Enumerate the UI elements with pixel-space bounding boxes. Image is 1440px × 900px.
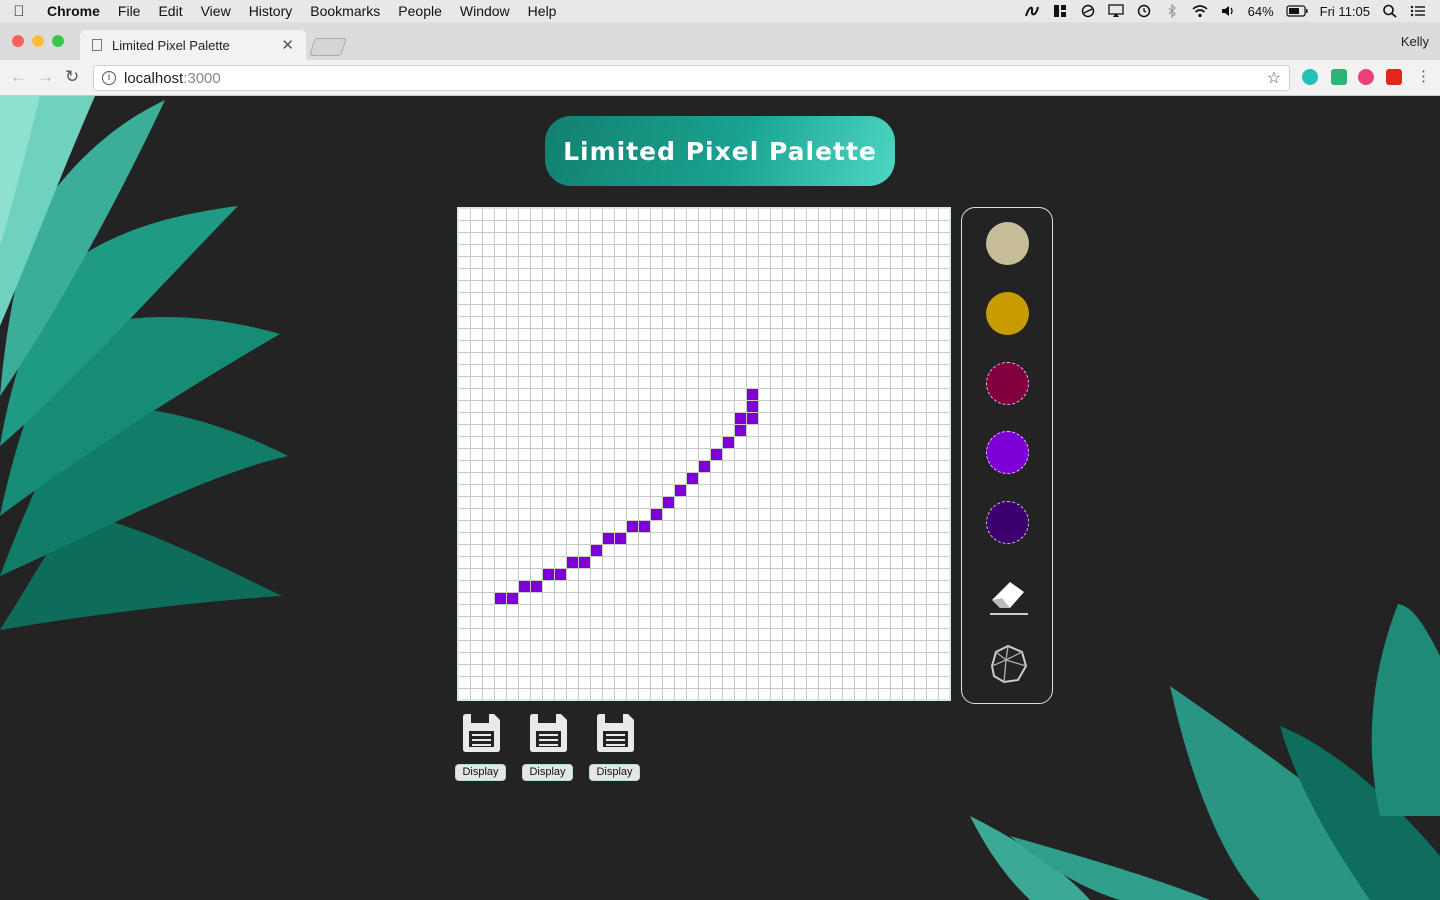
save-slots: Display Display Display <box>455 712 640 781</box>
display-button[interactable]: Display <box>589 764 640 781</box>
painted-pixel[interactable] <box>735 413 746 424</box>
menu-window[interactable]: Window <box>451 3 519 19</box>
reload-icon[interactable]: ↻ <box>65 67 79 87</box>
browser-toolbar: ← → ↻ i localhost:3000 ☆ ⋮ <box>0 60 1440 96</box>
browser-tabstrip: Limited Pixel Palette ✕ Kelly <box>0 22 1440 60</box>
save-slot: Display <box>455 712 506 781</box>
painted-pixel[interactable] <box>663 497 674 508</box>
painted-pixel[interactable] <box>543 569 554 580</box>
profile-name[interactable]: Kelly <box>1401 34 1429 49</box>
color-swatch-purple[interactable] <box>986 431 1029 474</box>
back-icon[interactable]: ← <box>10 67 27 87</box>
close-tab-icon[interactable]: ✕ <box>281 36 294 54</box>
painted-pixel[interactable] <box>495 593 506 604</box>
floppy-disk-icon[interactable] <box>527 712 569 754</box>
painted-pixel[interactable] <box>567 557 578 568</box>
menu-edit[interactable]: Edit <box>149 3 191 19</box>
site-info-icon[interactable]: i <box>102 71 116 85</box>
apple-icon[interactable]:  <box>0 3 38 20</box>
script-icon[interactable] <box>1024 4 1040 18</box>
address-bar[interactable]: i localhost:3000 ☆ <box>93 65 1290 91</box>
painted-pixel[interactable] <box>639 521 650 532</box>
display-button[interactable]: Display <box>455 764 506 781</box>
tab-title: Limited Pixel Palette <box>112 37 230 53</box>
save-slot: Display <box>522 712 573 781</box>
crumple-clear-icon[interactable] <box>984 640 1032 688</box>
floppy-disk-icon[interactable] <box>460 712 502 754</box>
pixel-canvas[interactable] <box>457 207 951 701</box>
extension-color-picker-icon[interactable] <box>1331 69 1347 85</box>
time-machine-icon[interactable] <box>1136 4 1152 18</box>
menu-bookmarks[interactable]: Bookmarks <box>301 3 389 19</box>
page-viewport: Limited Pixel Palette Display Display Di… <box>0 96 1440 900</box>
chrome-menu-icon[interactable]: ⋮ <box>1416 67 1431 85</box>
color-swatch-dark-purple[interactable] <box>986 501 1029 544</box>
color-swatch-tan[interactable] <box>986 222 1029 265</box>
painted-pixel[interactable] <box>699 461 710 472</box>
url-port: :3000 <box>183 69 221 87</box>
bluetooth-icon[interactable] <box>1164 4 1180 18</box>
forward-icon[interactable]: → <box>37 67 54 87</box>
extension-m-icon[interactable] <box>1302 69 1318 85</box>
painted-pixel[interactable] <box>735 425 746 436</box>
save-slot: Display <box>589 712 640 781</box>
browser-tab[interactable]: Limited Pixel Palette ✕ <box>80 30 306 60</box>
painted-pixel[interactable] <box>579 557 590 568</box>
painted-pixel[interactable] <box>687 473 698 484</box>
painted-pixel[interactable] <box>747 413 758 424</box>
spotlight-search-icon[interactable] <box>1382 4 1398 18</box>
extension-pink-icon[interactable] <box>1358 69 1374 85</box>
status-area: 64% Fri 11:05 <box>1024 4 1440 19</box>
painted-pixel[interactable] <box>531 581 542 592</box>
window-manager-icon[interactable] <box>1052 4 1068 18</box>
page-icon <box>92 39 102 51</box>
battery-percent: 64% <box>1247 3 1274 19</box>
painted-pixel[interactable] <box>615 533 626 544</box>
menu-help[interactable]: Help <box>519 3 566 19</box>
painted-pixel[interactable] <box>675 485 686 496</box>
painted-pixel[interactable] <box>591 545 602 556</box>
zoom-window-button[interactable] <box>52 35 64 47</box>
painted-pixel[interactable] <box>555 569 566 580</box>
painted-pixel[interactable] <box>627 521 638 532</box>
menu-people[interactable]: People <box>389 3 451 19</box>
extension-red-icon[interactable] <box>1386 69 1402 85</box>
battery-icon[interactable] <box>1286 4 1308 18</box>
painted-pixel[interactable] <box>711 449 722 460</box>
menubar-clock[interactable]: Fri 11:05 <box>1320 4 1370 19</box>
notification-center-icon[interactable] <box>1410 4 1426 18</box>
url-host: localhost <box>124 69 184 87</box>
menu-app-name[interactable]: Chrome <box>38 3 109 19</box>
color-swatch-gold[interactable] <box>986 292 1029 335</box>
circle-status-icon[interactable] <box>1080 4 1096 18</box>
color-swatch-maroon[interactable] <box>986 362 1029 405</box>
painted-pixel[interactable] <box>723 437 734 448</box>
display-button[interactable]: Display <box>522 764 573 781</box>
floppy-disk-icon[interactable] <box>594 712 636 754</box>
painted-pixel[interactable] <box>603 533 614 544</box>
color-palette <box>961 207 1053 704</box>
painted-pixel[interactable] <box>507 593 518 604</box>
menu-view[interactable]: View <box>192 3 240 19</box>
airplay-icon[interactable] <box>1107 4 1124 18</box>
painted-pixel[interactable] <box>747 401 758 412</box>
app-title: Limited Pixel Palette <box>545 116 895 186</box>
macos-menubar:  Chrome File Edit View History Bookmark… <box>0 0 1440 22</box>
wifi-icon[interactable] <box>1192 4 1208 18</box>
painted-pixel[interactable] <box>747 389 758 400</box>
menu-history[interactable]: History <box>240 3 302 19</box>
painted-pixel[interactable] <box>651 509 662 520</box>
menu-file[interactable]: File <box>109 3 150 19</box>
new-tab-button[interactable] <box>309 38 347 56</box>
bookmark-star-icon[interactable]: ☆ <box>1267 68 1281 88</box>
eraser-icon[interactable] <box>984 570 1032 618</box>
volume-icon[interactable] <box>1220 4 1236 18</box>
minimize-window-button[interactable] <box>32 35 44 47</box>
painted-pixel[interactable] <box>519 581 530 592</box>
close-window-button[interactable] <box>12 35 24 47</box>
